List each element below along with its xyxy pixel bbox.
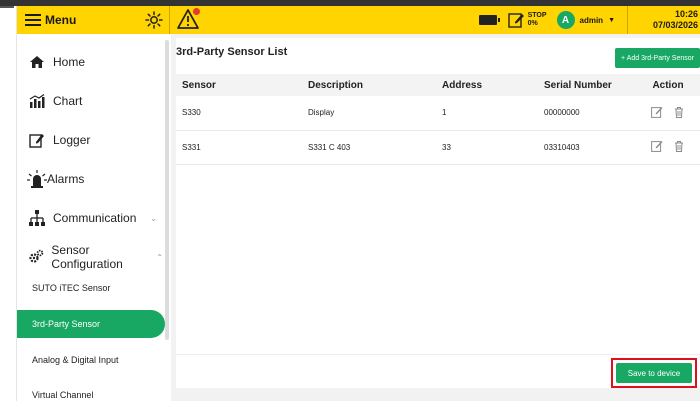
cell-action — [636, 96, 700, 131]
cell-sensor: S331 — [176, 130, 302, 165]
sidebar-item-logger[interactable]: Logger — [17, 129, 167, 151]
sidebar-item-label: Sensor Configuration — [51, 243, 123, 271]
sidebar-item-label: Chart — [53, 94, 83, 108]
save-to-device-button[interactable]: Save to device — [616, 363, 692, 383]
chevron-down-icon: ▼ — [608, 16, 615, 24]
header-bar: Menu STOP 0% A admin ▼ 10:26 07/03/2026 — [17, 6, 700, 34]
cell-description: Display — [302, 96, 436, 131]
menu-button[interactable]: Menu — [17, 6, 141, 34]
trash-icon[interactable] — [673, 140, 685, 152]
footer-divider — [176, 354, 700, 355]
column-header: Address — [436, 74, 538, 96]
chevron-down-icon: ⌄ — [150, 213, 157, 223]
table-header-row: Sensor Description Address Serial Number… — [176, 74, 700, 96]
sidebar-subitem-analog-digital-input[interactable]: Analog & Digital Input — [17, 346, 165, 374]
chevron-up-icon: ⌃ — [156, 252, 163, 262]
sidebar-item-label: Home — [53, 55, 86, 69]
user-name: admin — [579, 15, 604, 25]
sidebar-item-label: Communication — [53, 211, 137, 225]
brightness-icon[interactable] — [143, 9, 165, 31]
sensor-table: Sensor Description Address Serial Number… — [176, 74, 700, 165]
avatar: A — [556, 11, 575, 29]
stop-percent: 0% — [527, 20, 538, 27]
cell-description: S331 C 403 — [302, 130, 436, 165]
edit-icon[interactable] — [651, 106, 663, 118]
clock: 10:26 07/03/2026 — [627, 6, 700, 34]
sidebar-item-home[interactable]: Home — [17, 51, 167, 73]
save-highlight-box: Save to device — [611, 358, 697, 388]
sidebar-item-chart[interactable]: Chart — [17, 90, 167, 112]
menu-label: Menu — [45, 13, 77, 27]
clock-time: 10:26 — [674, 9, 698, 19]
clock-date: 07/03/2026 — [652, 20, 698, 30]
sidebar-item-label: Logger — [53, 133, 91, 147]
column-header: Sensor — [176, 74, 302, 96]
user-menu[interactable]: A admin ▼ — [556, 11, 615, 29]
app-window: Menu STOP 0% A admin ▼ 10:26 07/03/2026 … — [0, 0, 700, 401]
hamburger-icon — [25, 14, 41, 26]
cell-serial: 00000000 — [538, 96, 636, 131]
edit-note-icon — [507, 13, 524, 28]
logger-icon — [27, 131, 47, 149]
trash-icon[interactable] — [673, 106, 685, 118]
battery-icon — [478, 15, 500, 25]
cell-sensor: S330 — [176, 96, 302, 131]
alert-badge — [193, 8, 200, 15]
sidebar: Home Chart Logger Alarms Communication ⌄… — [17, 34, 171, 401]
page-title: 3rd-Party Sensor List — [176, 46, 288, 58]
stop-label: STOP — [527, 12, 547, 19]
sensor-list-panel: 3rd-Party Sensor List + Add 3rd-Party Se… — [176, 38, 700, 388]
cell-action — [636, 130, 700, 165]
sidebar-scrollbar[interactable] — [165, 40, 169, 340]
cell-address: 1 — [436, 96, 538, 131]
sidebar-subitem-suto-itec-sensor[interactable]: SUTO iTEC Sensor — [17, 274, 165, 302]
sidebar-subitem-virtual-channel[interactable]: Virtual Channel — [17, 381, 165, 401]
cell-address: 33 — [436, 130, 538, 165]
column-header: Description — [302, 74, 436, 96]
sidebar-item-communication[interactable]: Communication ⌄ — [17, 207, 167, 229]
gear-icon — [27, 248, 45, 266]
home-icon — [27, 53, 47, 71]
sidebar-item-label: Alarms — [47, 172, 85, 186]
chart-icon — [27, 92, 47, 110]
warning-icon[interactable] — [176, 8, 202, 32]
edit-icon[interactable] — [651, 140, 663, 152]
network-icon — [27, 209, 47, 227]
table-row[interactable]: S330 Display 1 00000000 — [176, 96, 700, 131]
alarm-icon — [27, 170, 47, 188]
add-sensor-button[interactable]: + Add 3rd-Party Sensor — [615, 48, 700, 68]
sidebar-subitem-3rd-party-sensor[interactable]: 3rd-Party Sensor — [17, 310, 165, 338]
column-header: Action — [636, 74, 700, 96]
logger-status[interactable]: STOP 0% — [507, 11, 547, 29]
sidebar-item-alarms[interactable]: Alarms — [17, 168, 167, 190]
sidebar-item-sensor-configuration[interactable]: Sensor Configuration ⌃ — [17, 243, 167, 271]
cell-serial: 03310403 — [538, 130, 636, 165]
column-header: Serial Number — [538, 74, 636, 96]
table-row[interactable]: S331 S331 C 403 33 03310403 — [176, 130, 700, 165]
